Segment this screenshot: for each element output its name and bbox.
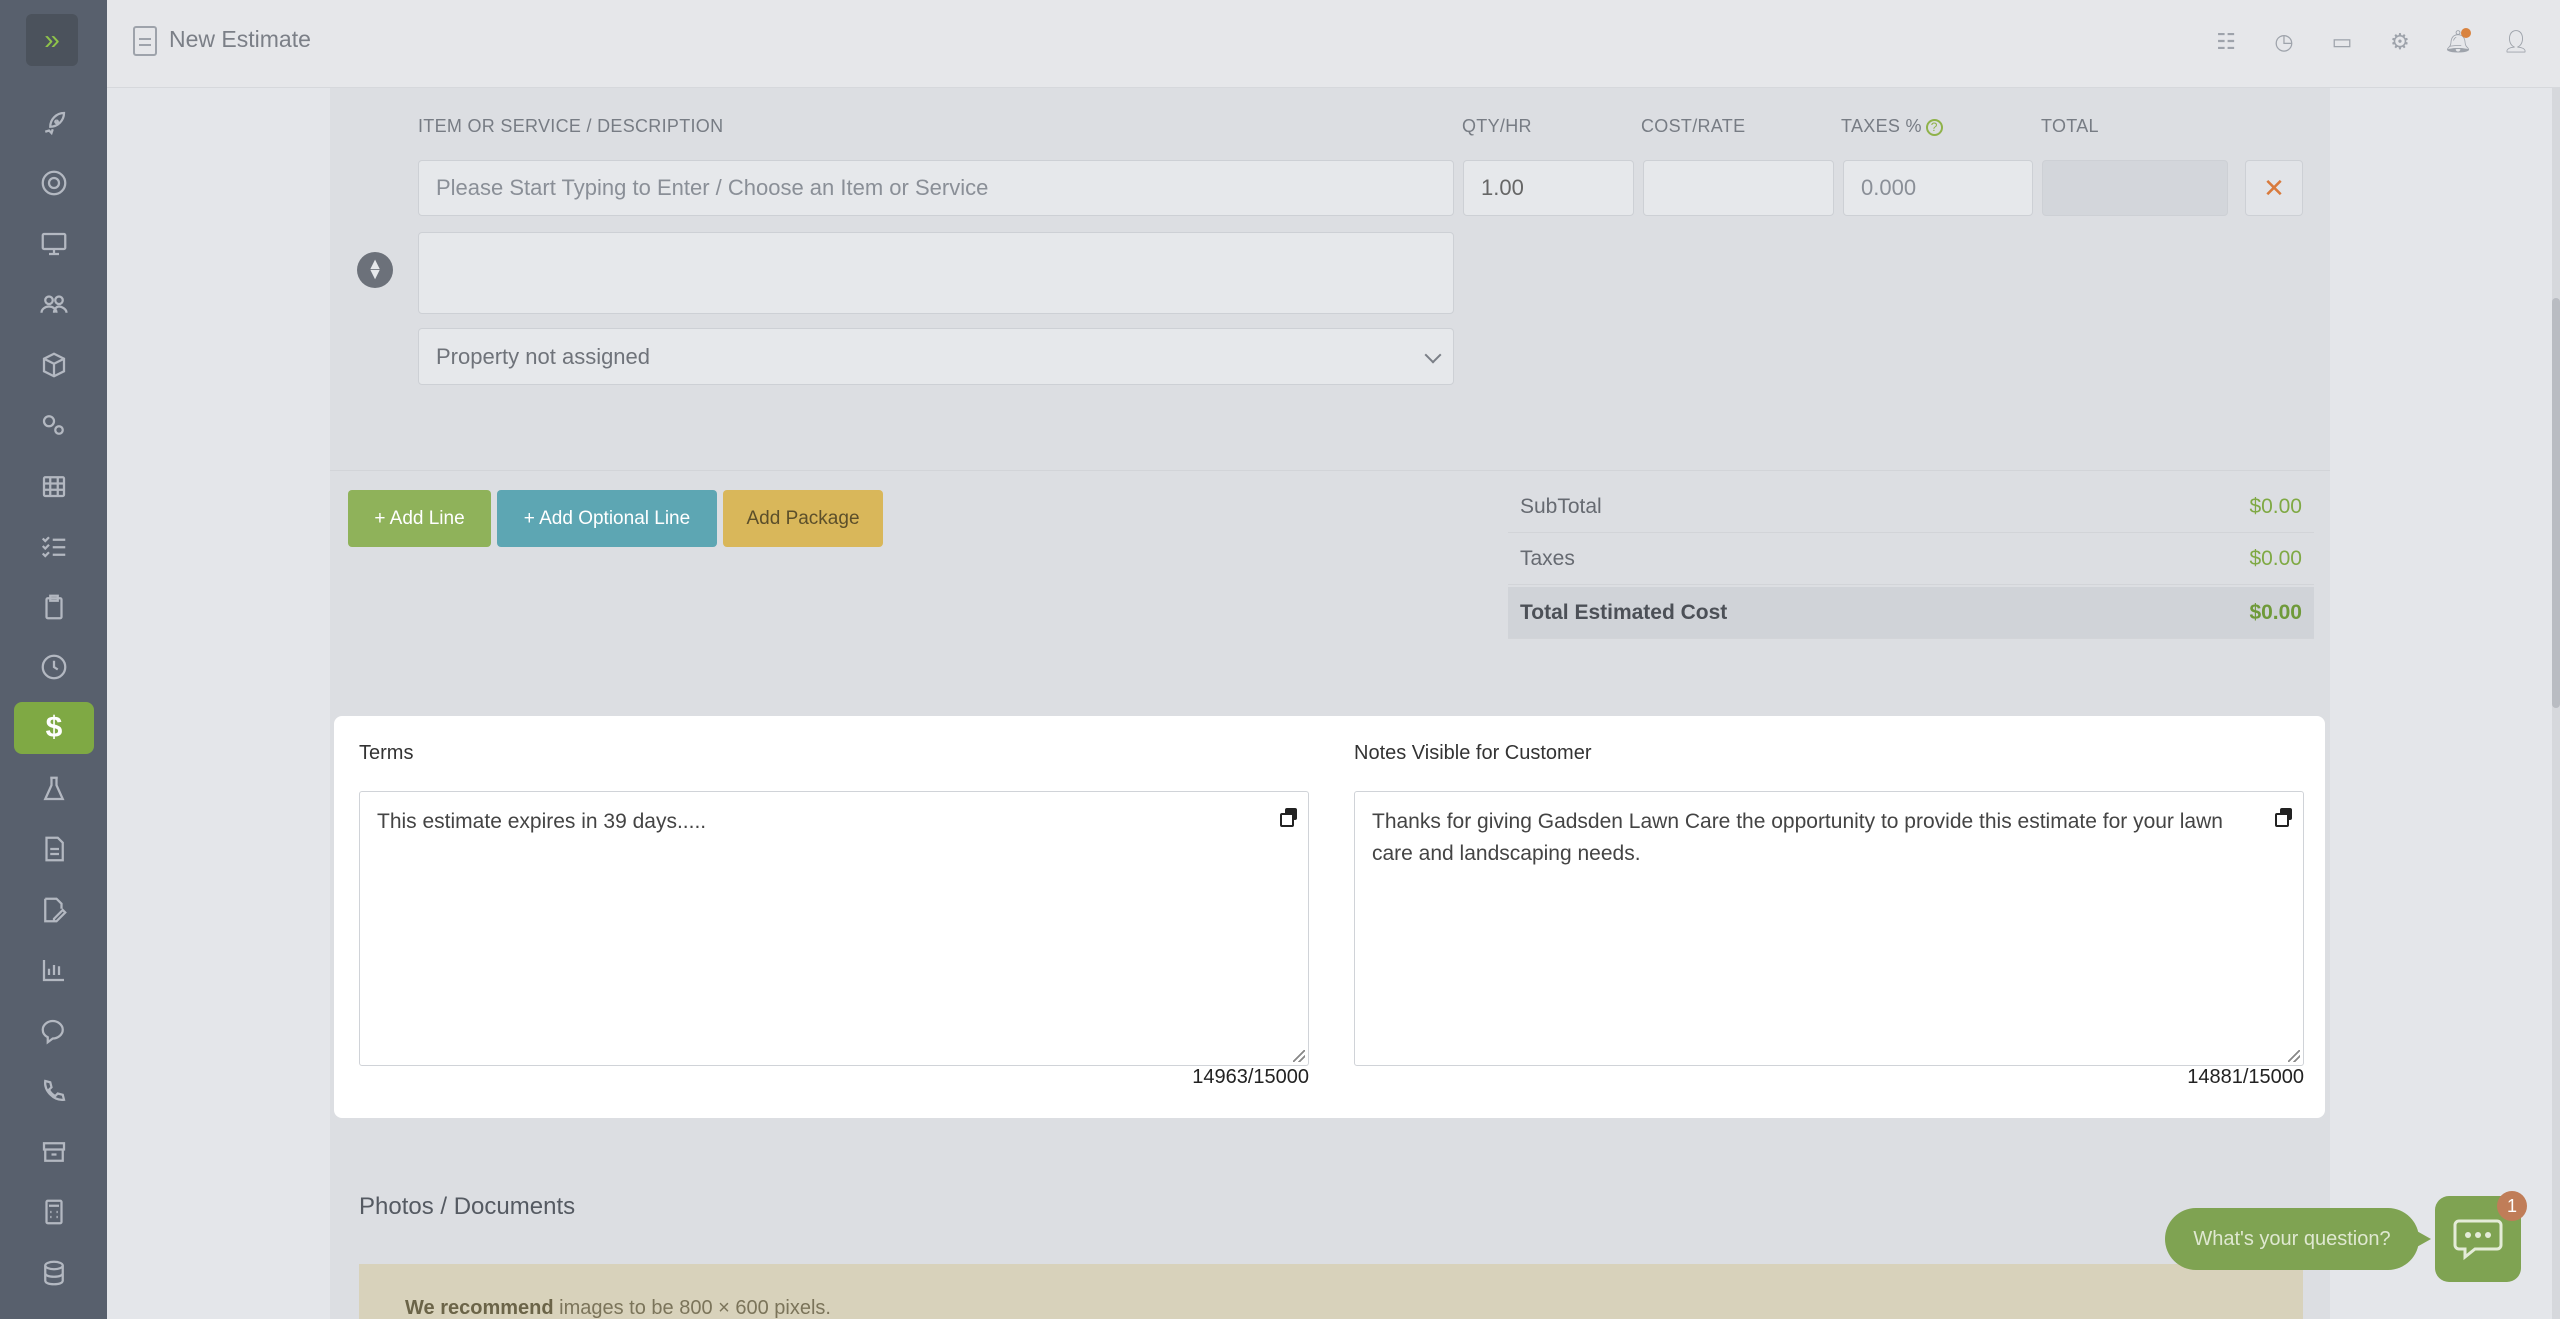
sidebar-item-file[interactable] bbox=[14, 823, 94, 875]
calculator-icon bbox=[45, 1199, 63, 1225]
tax-input[interactable]: 0.000 bbox=[1843, 160, 2033, 216]
users-icon bbox=[40, 295, 68, 313]
sidebar-item-desktop[interactable] bbox=[14, 218, 94, 270]
signature-icon bbox=[44, 897, 67, 923]
file-icon bbox=[45, 836, 64, 862]
delete-line-button[interactable]: ✕ bbox=[2245, 160, 2303, 216]
sidebar-item-database[interactable] bbox=[14, 1247, 94, 1299]
notes-label: Notes Visible for Customer bbox=[1354, 742, 1592, 764]
sidebar-item-flask[interactable] bbox=[14, 763, 94, 815]
photos-section-title: Photos / Documents bbox=[359, 1193, 576, 1220]
rocket-icon bbox=[44, 111, 66, 136]
dollar-icon: $ bbox=[45, 711, 63, 744]
col-header-qty: QTY/HR bbox=[1462, 116, 1532, 136]
cost-rate-input[interactable] bbox=[1643, 160, 1834, 216]
sidebar: » $ bbox=[0, 0, 107, 1319]
database-icon bbox=[44, 1260, 64, 1286]
sidebar-item-clipboard[interactable] bbox=[14, 581, 94, 633]
sidebar-item-rocket[interactable] bbox=[14, 97, 94, 149]
sidebar-item-gears[interactable] bbox=[14, 399, 94, 451]
notes-textarea[interactable]: Thanks for giving Gadsden Lawn Care the … bbox=[1354, 791, 2304, 1066]
terms-textarea[interactable]: This estimate expires in 39 days..... bbox=[359, 791, 1309, 1066]
flask-icon bbox=[43, 776, 65, 801]
sidebar-item-chart[interactable] bbox=[14, 944, 94, 996]
notification-dot bbox=[2461, 28, 2471, 38]
col-header-total: TOTAL bbox=[2041, 116, 2099, 136]
copy-icon[interactable] bbox=[2275, 808, 2293, 827]
notes-char-counter: 14881/15000 bbox=[2187, 1066, 2304, 1088]
sidebar-item-clock[interactable] bbox=[14, 641, 94, 693]
taxes-value: $0.00 bbox=[2249, 546, 2302, 570]
settings-icon[interactable]: ⚙ bbox=[2386, 28, 2414, 56]
chat-unread-badge: 1 bbox=[2497, 1191, 2527, 1221]
document-icon bbox=[133, 26, 157, 56]
subtotal-row: SubTotal $0.00 bbox=[1508, 481, 2314, 533]
chevron-down-icon bbox=[1424, 346, 1442, 364]
qty-input[interactable]: 1.00 bbox=[1463, 160, 1634, 216]
add-optional-line-button[interactable]: + Add Optional Line bbox=[497, 490, 717, 547]
subtotal-value: $0.00 bbox=[2249, 494, 2302, 518]
sidebar-item-calculator[interactable] bbox=[14, 1186, 94, 1238]
sidebar-item-calendar[interactable] bbox=[14, 460, 94, 512]
taxes-row: Taxes $0.00 bbox=[1508, 533, 2314, 585]
sidebar-toggle-button[interactable]: » bbox=[26, 14, 78, 66]
add-line-button[interactable]: + Add Line bbox=[348, 490, 491, 547]
notifications-icon[interactable]: 🔔︎ bbox=[2444, 28, 2472, 56]
sidebar-item-box[interactable] bbox=[14, 339, 94, 391]
clock-icon bbox=[41, 654, 67, 680]
help-icon[interactable]: ? bbox=[1925, 119, 1943, 136]
checklist-icon bbox=[41, 536, 66, 558]
gears-icon bbox=[42, 415, 64, 435]
total-value: $0.00 bbox=[2249, 600, 2302, 624]
sidebar-item-users[interactable] bbox=[14, 278, 94, 330]
line-total-field bbox=[2042, 160, 2228, 216]
sidebar-item-support[interactable] bbox=[14, 157, 94, 209]
page-scrollbar[interactable] bbox=[2552, 88, 2560, 1319]
desktop-icon bbox=[41, 232, 67, 256]
resize-handle[interactable] bbox=[1293, 1050, 1305, 1062]
item-description-textarea[interactable] bbox=[418, 232, 1454, 314]
history-icon[interactable]: ◷ bbox=[2270, 28, 2298, 56]
sidebar-item-phone[interactable] bbox=[14, 1065, 94, 1117]
col-header-taxes: TAXES %? bbox=[1841, 116, 1943, 137]
terms-char-counter: 14963/15000 bbox=[1192, 1066, 1309, 1088]
support-icon bbox=[41, 170, 67, 196]
header-icons: ☷ ◷ ▭ ⚙ 🔔︎ 👤︎ bbox=[2212, 28, 2530, 56]
page-title: New Estimate bbox=[169, 26, 311, 52]
terms-label: Terms bbox=[359, 742, 414, 764]
sidebar-item-archive[interactable] bbox=[14, 1126, 94, 1178]
phone-icon bbox=[44, 1079, 66, 1101]
sidebar-item-checklist[interactable] bbox=[14, 520, 94, 572]
chart-icon bbox=[42, 960, 64, 982]
add-package-button[interactable]: Add Package bbox=[723, 490, 883, 547]
copy-icon[interactable] bbox=[1280, 808, 1298, 827]
user-profile-icon[interactable]: 👤︎ bbox=[2502, 28, 2530, 56]
col-header-cost: COST/RATE bbox=[1641, 116, 1746, 136]
calendar-icon bbox=[42, 476, 66, 498]
archive-icon bbox=[42, 1142, 66, 1162]
sidebar-item-chat[interactable] bbox=[14, 1005, 94, 1057]
messages-icon[interactable]: ▭ bbox=[2328, 28, 2356, 56]
resize-handle[interactable] bbox=[2288, 1050, 2300, 1062]
tasks-icon[interactable]: ☷ bbox=[2212, 28, 2240, 56]
top-header: New Estimate ☷ ◷ ▭ ⚙ 🔔︎ 👤︎ bbox=[107, 0, 2560, 88]
box-icon bbox=[42, 352, 66, 378]
col-header-item: ITEM OR SERVICE / DESCRIPTION bbox=[418, 116, 724, 136]
reorder-handle-icon[interactable]: ▲ ▼ bbox=[357, 252, 393, 288]
total-row: Total Estimated Cost $0.00 bbox=[1508, 587, 2314, 639]
chat-icon bbox=[41, 1019, 64, 1045]
property-select[interactable]: Property not assigned bbox=[418, 328, 1454, 385]
sidebar-item-estimates[interactable]: $ bbox=[14, 702, 94, 754]
item-search-input[interactable]: Please Start Typing to Enter / Choose an… bbox=[418, 160, 1454, 216]
sidebar-item-signature[interactable] bbox=[14, 884, 94, 936]
scrollbar-thumb[interactable] bbox=[2552, 298, 2560, 708]
terms-notes-panel: Terms This estimate expires in 39 days..… bbox=[334, 716, 2325, 1118]
clipboard-icon bbox=[45, 594, 63, 620]
photo-recommendation-alert: We recommend images to be 800 × 600 pixe… bbox=[359, 1264, 2303, 1319]
chat-prompt-bubble[interactable]: What's your question? bbox=[2165, 1208, 2431, 1270]
chat-bubble-icon bbox=[2453, 1219, 2503, 1261]
divider bbox=[330, 470, 2330, 471]
